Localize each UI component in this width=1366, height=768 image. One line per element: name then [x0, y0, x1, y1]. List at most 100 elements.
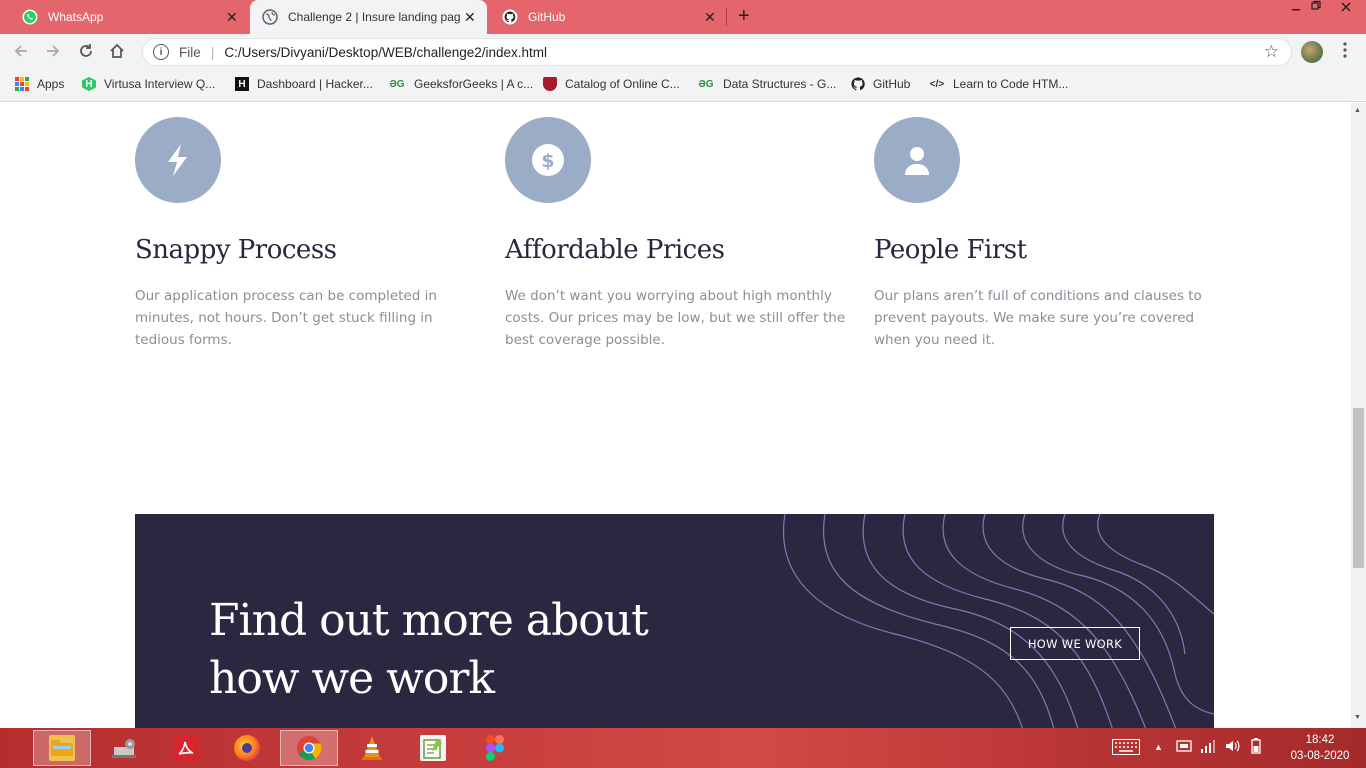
- browser-toolbar: i File | C:/Users/Divyani/Desktop/WEB/ch…: [0, 34, 1366, 70]
- feature-affordable-prices: $ Affordable Prices We don’t want you wo…: [505, 117, 850, 351]
- close-tab-icon[interactable]: ✕: [226, 9, 238, 26]
- feature-description: Our plans aren’t full of conditions and …: [874, 288, 1202, 348]
- reload-icon[interactable]: [77, 42, 95, 64]
- hackerrank-icon: H: [235, 77, 249, 91]
- windows-taskbar: ▲ 18:42 03-08-2020: [0, 728, 1366, 768]
- feature-title: Affordable Prices: [505, 235, 725, 265]
- restore-icon[interactable]: [1310, 0, 1322, 15]
- apps-grid-icon: [15, 77, 29, 91]
- bookmark-geeksforgeeks[interactable]: ƏG GeeksforGeeks | A c...: [388, 77, 533, 91]
- scroll-up-arrow-icon[interactable]: ▲: [1354, 107, 1361, 114]
- chrome-icon: [296, 735, 322, 761]
- github-icon: [851, 77, 865, 91]
- bookmarks-bar: Apps H Virtusa Interview Q... H Dashboar…: [0, 70, 1366, 102]
- back-icon[interactable]: [12, 42, 30, 64]
- harvard-shield-icon: [543, 77, 557, 91]
- keyboard-icon[interactable]: [1112, 739, 1140, 758]
- bookmark-data-structures[interactable]: ƏG Data Structures - G...: [697, 77, 836, 91]
- bookmark-label: GeeksforGeeks | A c...: [414, 77, 534, 91]
- tab-label: Challenge 2 | Insure landing page: [288, 10, 460, 24]
- person-icon: [874, 117, 960, 203]
- tab-github[interactable]: GitHub ✕: [490, 0, 726, 34]
- profile-avatar[interactable]: [1301, 41, 1323, 63]
- battery-icon[interactable]: [1248, 738, 1264, 757]
- new-tab-button[interactable]: +: [738, 6, 750, 26]
- kebab-menu-icon[interactable]: [1343, 42, 1347, 62]
- forward-icon[interactable]: [44, 42, 62, 64]
- whatsapp-icon: [22, 9, 38, 25]
- bookmark-learn-to-code[interactable]: </> Learn to Code HTM...: [929, 77, 1069, 91]
- folder-icon: [49, 735, 75, 761]
- bookmark-hackerrank[interactable]: H Dashboard | Hacker...: [235, 77, 373, 91]
- computer-settings-icon: [112, 735, 138, 761]
- bookmark-label: Virtusa Interview Q...: [104, 77, 216, 91]
- how-we-work-button[interactable]: HOW WE WORK: [1010, 627, 1140, 660]
- bookmark-label: Dashboard | Hacker...: [257, 77, 373, 91]
- bookmark-star-icon[interactable]: ☆: [1264, 42, 1279, 62]
- svg-text:$: $: [541, 150, 554, 172]
- tab-whatsapp[interactable]: WhatsApp ✕: [10, 0, 246, 34]
- file-explorer-button[interactable]: [33, 730, 91, 766]
- show-hidden-icons-icon[interactable]: ▲: [1154, 742, 1163, 752]
- code-brackets-icon: </>: [929, 78, 945, 90]
- vlc-cone-icon: [359, 735, 385, 761]
- globe-icon: [262, 9, 278, 25]
- bookmark-catalog[interactable]: Catalog of Online C...: [543, 77, 680, 91]
- address-bar[interactable]: i File | C:/Users/Divyani/Desktop/WEB/ch…: [142, 38, 1292, 66]
- feature-description: Our application process can be completed…: [135, 288, 437, 348]
- dollar-icon: $: [505, 117, 591, 203]
- acrobat-button[interactable]: [157, 730, 215, 766]
- figma-button[interactable]: [466, 730, 524, 766]
- scroll-down-arrow-icon[interactable]: ▼: [1354, 714, 1361, 721]
- clock-time: 18:42: [1305, 734, 1335, 746]
- url-text[interactable]: C:/Users/Divyani/Desktop/WEB/challenge2/…: [224, 45, 547, 60]
- tab-label: WhatsApp: [48, 10, 104, 24]
- info-icon[interactable]: i: [153, 44, 169, 60]
- close-tab-icon[interactable]: ✕: [464, 9, 476, 26]
- bookmark-label: GitHub: [873, 77, 911, 91]
- notepad-icon: [420, 735, 446, 761]
- firefox-button[interactable]: [218, 730, 276, 766]
- feature-people-first: People First Our plans aren’t full of co…: [874, 117, 1219, 351]
- feature-title: People First: [874, 235, 1027, 265]
- signal-icon[interactable]: [1200, 738, 1216, 757]
- firefox-icon: [234, 735, 260, 761]
- notepad-plus-button[interactable]: [404, 730, 462, 766]
- bookmark-apps[interactable]: Apps: [15, 77, 64, 91]
- minimize-icon[interactable]: [1290, 2, 1302, 17]
- hackerrank-hex-icon: H: [82, 77, 96, 91]
- figma-icon: [482, 735, 508, 761]
- bookmark-github[interactable]: GitHub: [851, 77, 910, 91]
- tab-challenge-2[interactable]: Challenge 2 | Insure landing page ✕: [250, 0, 487, 34]
- tab-label: GitHub: [528, 10, 566, 24]
- volume-icon[interactable]: [1224, 738, 1240, 757]
- feature-title: Snappy Process: [135, 235, 337, 265]
- chrome-button[interactable]: [280, 730, 338, 766]
- divider: |: [210, 44, 215, 60]
- control-panel-button[interactable]: [96, 730, 154, 766]
- close-window-icon[interactable]: [1340, 1, 1352, 16]
- lightning-icon: [135, 117, 221, 203]
- pdf-icon: [173, 735, 199, 761]
- close-tab-icon[interactable]: ✕: [704, 9, 716, 26]
- bookmark-label: Catalog of Online C...: [565, 77, 680, 91]
- system-clock[interactable]: 18:42 03-08-2020: [1290, 732, 1350, 764]
- how-we-work-banner: Find out more about how we work HOW WE W…: [135, 514, 1214, 728]
- bookmark-label: Apps: [37, 77, 65, 91]
- scrollbar-thumb[interactable]: [1353, 408, 1364, 568]
- gfg-icon: ƏG: [389, 78, 405, 90]
- clock-date: 03-08-2020: [1290, 750, 1350, 762]
- home-icon[interactable]: [108, 42, 126, 64]
- tab-strip: WhatsApp ✕ Challenge 2 | Insure landing …: [0, 0, 1366, 34]
- cta-heading: Find out more about how we work: [209, 595, 649, 704]
- bookmark-label: Learn to Code HTM...: [953, 77, 1069, 91]
- vlc-button[interactable]: [343, 730, 401, 766]
- page-scrollbar[interactable]: ▲ ▼: [1351, 103, 1366, 728]
- bookmark-label: Data Structures - G...: [723, 77, 837, 91]
- feature-description: We don’t want you worrying about high mo…: [505, 288, 846, 348]
- gfg-icon: ƏG: [698, 78, 714, 90]
- page-viewport: Snappy Process Our application process c…: [0, 103, 1351, 728]
- bookmark-virtusa[interactable]: H Virtusa Interview Q...: [82, 77, 215, 91]
- github-icon: [502, 9, 518, 25]
- network-status-icon[interactable]: [1176, 738, 1192, 757]
